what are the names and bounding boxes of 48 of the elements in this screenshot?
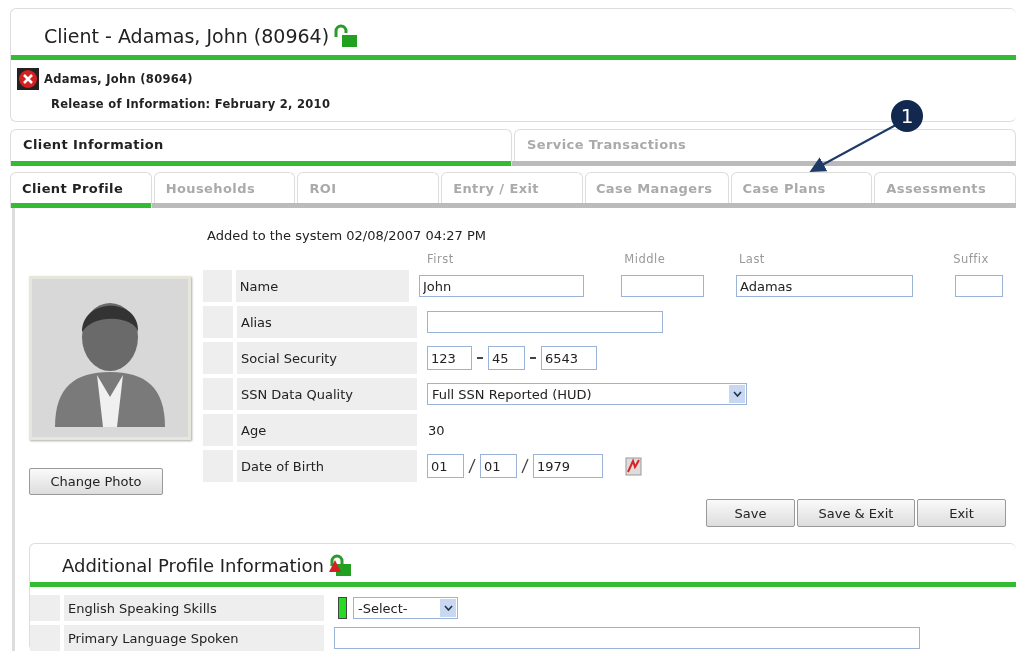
field-label: Alias	[237, 306, 417, 338]
tab[interactable]: Client Information	[10, 129, 512, 166]
field-label: Age	[237, 414, 417, 446]
row-header-cell	[30, 595, 60, 621]
input-field[interactable]	[334, 627, 920, 649]
unlocked-padlock-icon	[333, 24, 360, 48]
separator-mark	[476, 356, 484, 360]
input-field[interactable]: Adamas	[736, 275, 913, 297]
column-label: Middle	[624, 252, 667, 266]
field-label: Primary Language Spoken	[64, 625, 324, 651]
client-name: Adamas, John (80964)	[44, 72, 193, 86]
field-label: Date of Birth	[237, 450, 417, 482]
release-of-information-text: Release of Information: February 2, 2010	[50, 96, 332, 111]
added-date-text: Added to the system 02/08/2007 04:27 PM	[206, 228, 488, 245]
padlock-warning-icon	[327, 554, 352, 576]
action-button[interactable]: Exit	[917, 499, 1006, 527]
separator-mark	[529, 356, 537, 360]
input-field[interactable]: 1979	[533, 454, 603, 478]
remove-icon[interactable]	[17, 68, 39, 90]
dropdown[interactable]: Full SSN Reported (HUD)	[427, 383, 747, 405]
column-label: Last	[738, 252, 766, 266]
field-label: Name	[235, 270, 409, 302]
field-label: English Speaking Skills	[64, 595, 324, 621]
field-value: 30	[427, 422, 445, 438]
action-button[interactable]: Save	[706, 499, 795, 527]
field-label: SSN Data Quality	[237, 378, 417, 410]
input-field[interactable]	[955, 275, 1003, 297]
field-label: Social Security	[237, 342, 417, 374]
input-field[interactable]: 123	[427, 346, 472, 370]
input-field[interactable]: 01	[480, 454, 517, 478]
column-label: First	[427, 252, 455, 266]
action-button[interactable]: Save & Exit	[797, 499, 915, 527]
section-title: Additional Profile Information	[62, 554, 324, 576]
page-title: Client - Adamas, John (80964)	[44, 25, 330, 47]
change-photo-button[interactable]: Change Photo	[29, 468, 163, 495]
input-field[interactable]: 45	[488, 346, 525, 370]
input-field[interactable]	[621, 275, 704, 297]
input-field[interactable]: John	[419, 275, 584, 297]
separator-mark	[521, 458, 529, 474]
column-label: Suffix	[953, 252, 990, 266]
input-field[interactable]: 6543	[541, 346, 597, 370]
separator-mark	[468, 458, 476, 474]
calendar-icon[interactable]	[623, 455, 643, 477]
tab[interactable]: Client Profile	[10, 172, 152, 208]
dropdown[interactable]: -Select-	[353, 597, 458, 619]
row-header-cell	[30, 625, 60, 651]
input-field[interactable]	[427, 311, 663, 333]
input-field[interactable]: 01	[427, 454, 464, 478]
